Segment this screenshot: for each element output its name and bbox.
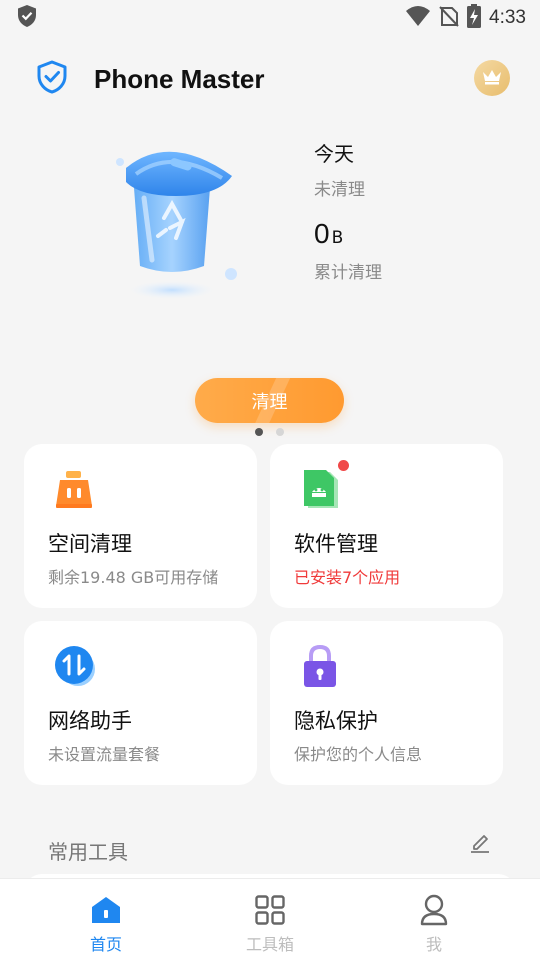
today-stat: 今天 未清理 — [314, 138, 365, 200]
total-cleaned-stat: 0B 累计清理 — [314, 218, 382, 283]
card-desc: 已安装7个应用 — [294, 568, 401, 587]
nav-me[interactable]: 我 — [374, 879, 494, 960]
card-privacy-protection[interactable]: 隐私保护 保护您的个人信息 — [270, 621, 503, 785]
total-cleaned-value: 0 — [314, 218, 330, 249]
card-title: 隐私保护 — [294, 709, 378, 733]
shield-logo-icon — [36, 60, 68, 98]
card-desc: 剩余19.48 GB可用存储 — [48, 568, 219, 587]
grid-icon — [253, 893, 287, 927]
clock: 4:33 — [489, 7, 526, 28]
data-transfer-icon — [52, 643, 98, 689]
bottom-nav: 首页 工具箱 我 — [0, 878, 540, 960]
page-dot-2 — [276, 428, 284, 436]
card-title: 空间清理 — [48, 532, 132, 556]
shield-notification-icon — [16, 4, 38, 32]
android-app-icon — [298, 466, 344, 512]
app-title: Phone Master — [94, 63, 265, 94]
card-title: 网络助手 — [48, 709, 132, 733]
no-sim-icon — [439, 5, 459, 31]
vip-crown-button[interactable] — [474, 60, 510, 96]
battery-charging-icon — [467, 4, 482, 32]
card-space-cleanup[interactable]: 空间清理 剩余19.48 GB可用存储 — [24, 444, 257, 608]
status-indicators: 4:33 — [405, 4, 526, 32]
nav-home[interactable]: 首页 — [46, 879, 166, 960]
status-bar: 4:33 — [0, 0, 540, 36]
wifi-icon — [405, 5, 431, 31]
card-network-assistant[interactable]: 网络助手 未设置流量套餐 — [24, 621, 257, 785]
section-title-common-tools: 常用工具 — [48, 840, 128, 864]
nav-toolbox-label: 工具箱 — [245, 935, 294, 954]
page-indicator — [255, 428, 284, 436]
nav-home-label: 首页 — [89, 935, 122, 954]
page-dot-1 — [255, 428, 263, 436]
total-cleaned-label: 累计清理 — [314, 263, 382, 283]
card-desc: 保护您的个人信息 — [294, 745, 423, 764]
cleanup-summary: 今天 未清理 0B 累计清理 — [0, 130, 540, 330]
clean-button[interactable]: 清理 — [195, 378, 344, 423]
today-status: 未清理 — [314, 180, 365, 200]
nav-toolbox[interactable]: 工具箱 — [210, 879, 330, 960]
user-icon — [417, 893, 451, 927]
card-desc: 未设置流量套餐 — [48, 745, 161, 764]
card-app-management[interactable]: 软件管理 已安装7个应用 — [270, 444, 503, 608]
broom-icon — [52, 466, 98, 512]
app-bar: Phone Master — [0, 54, 540, 104]
trash-bin-illustration — [110, 138, 250, 299]
crown-icon — [481, 67, 503, 89]
home-icon — [89, 893, 123, 927]
notification-dot — [338, 460, 349, 471]
total-cleaned-unit: B — [331, 228, 344, 248]
lock-icon — [298, 643, 344, 689]
card-title: 软件管理 — [294, 532, 378, 556]
nav-me-label: 我 — [425, 935, 442, 954]
edit-icon[interactable] — [468, 830, 492, 854]
today-label: 今天 — [314, 142, 354, 166]
